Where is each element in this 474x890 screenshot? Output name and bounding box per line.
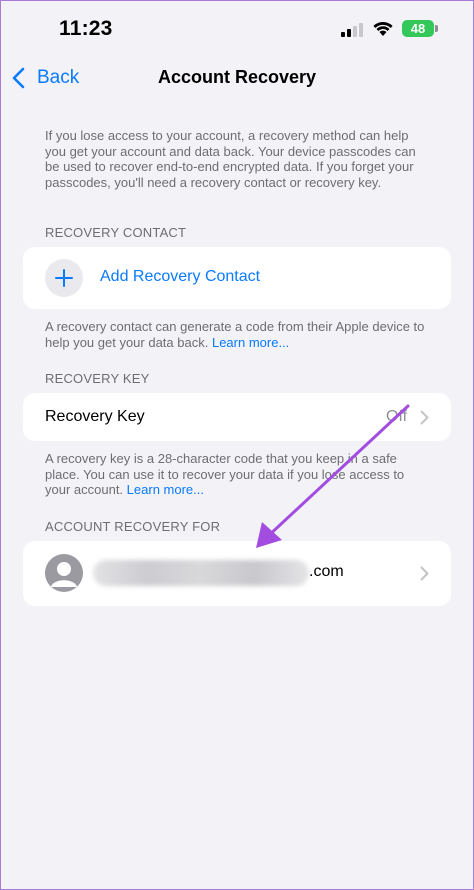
battery-indicator: 48 bbox=[402, 20, 434, 37]
learn-more-link[interactable]: Learn more... bbox=[127, 482, 204, 497]
battery-cap-icon bbox=[435, 25, 438, 32]
avatar-icon bbox=[45, 554, 83, 592]
account-recovery-for-header: ACCOUNT RECOVERY FOR bbox=[45, 519, 221, 534]
add-recovery-contact-button[interactable]: Add Recovery Contact bbox=[23, 247, 451, 309]
page-title: Account Recovery bbox=[157, 67, 317, 87]
recovery-key-status: Off bbox=[386, 408, 408, 425]
status-time: 11:23 bbox=[59, 17, 113, 40]
recovery-key-footer: A recovery key is a 28-character code th… bbox=[45, 451, 430, 498]
recovery-contact-header: RECOVERY CONTACT bbox=[45, 225, 187, 240]
chevron-right-icon bbox=[420, 410, 429, 425]
recovery-key-row[interactable]: Recovery Key Off bbox=[23, 393, 451, 441]
email-suffix: .com bbox=[309, 563, 344, 580]
recovery-contact-footer: A recovery contact can generate a code f… bbox=[45, 319, 430, 350]
intro-description: If you lose access to your account, a re… bbox=[45, 128, 416, 190]
learn-more-link[interactable]: Learn more... bbox=[212, 335, 289, 350]
recovery-key-footer-text: A recovery key is a 28-character code th… bbox=[45, 451, 405, 497]
account-row[interactable]: .com bbox=[23, 541, 451, 606]
recovery-key-label: Recovery Key bbox=[45, 408, 145, 425]
cellular-signal-icon bbox=[341, 21, 365, 37]
chevron-right-icon bbox=[420, 566, 429, 581]
wifi-icon bbox=[373, 21, 393, 36]
plus-icon bbox=[45, 259, 83, 297]
add-recovery-contact-label: Add Recovery Contact bbox=[100, 268, 261, 285]
recovery-key-header: RECOVERY KEY bbox=[45, 371, 150, 386]
redacted-email bbox=[93, 560, 309, 586]
